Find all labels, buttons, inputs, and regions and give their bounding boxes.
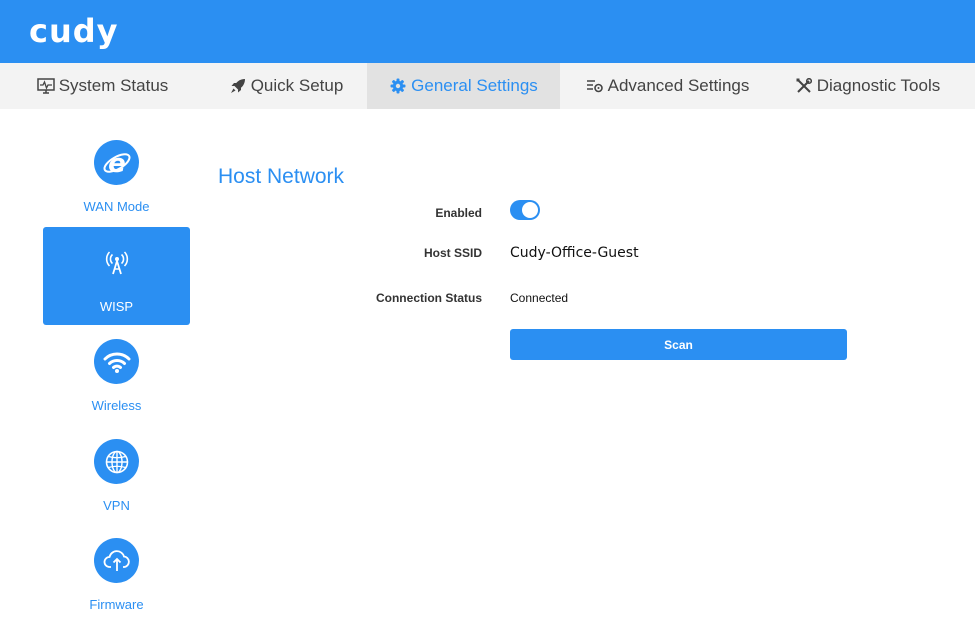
toggle-knob — [522, 202, 538, 218]
sidebar-item-label: Firmware — [89, 597, 144, 612]
connection-status-value: Connected — [510, 291, 569, 305]
tools-icon — [795, 77, 813, 95]
tab-label: System Status — [58, 76, 169, 95]
host-ssid-label: Host SSID — [423, 246, 482, 260]
globe-icon — [94, 439, 139, 484]
sidebar-item-wisp[interactable]: WISP — [43, 227, 190, 325]
tab-system-status[interactable]: System Status — [0, 63, 205, 109]
tab-diagnostic-tools[interactable]: Diagnostic Tools — [775, 63, 960, 109]
enabled-toggle[interactable] — [510, 200, 540, 220]
internet-explorer-icon: e — [94, 140, 139, 185]
scan-button[interactable]: Scan — [510, 329, 847, 360]
monitor-pulse-icon — [36, 77, 55, 95]
cloud-upload-icon — [94, 538, 139, 583]
sidebar-item-wireless[interactable]: Wireless — [43, 326, 190, 424]
sidebar-item-firmware[interactable]: Firmware — [43, 525, 190, 623]
sidebar-item-label: WISP — [99, 299, 134, 314]
sidebar-item-vpn[interactable]: VPN — [43, 426, 190, 524]
gear-icon — [389, 77, 407, 95]
tab-label: General Settings — [411, 76, 538, 95]
header-bar: cudy — [0, 0, 975, 63]
section-title: Host Network — [218, 165, 345, 188]
antenna-icon — [94, 240, 139, 285]
tab-label: Quick Setup — [250, 76, 344, 95]
list-gear-icon — [586, 77, 604, 95]
cudy-logo[interactable]: cudy — [29, 12, 119, 50]
main-nav: System Status Quick Setup General Settin… — [0, 63, 975, 109]
sidebar-item-label: VPN — [103, 498, 130, 513]
wifi-icon — [94, 339, 139, 384]
sidebar-item-label: WAN Mode — [83, 199, 150, 214]
host-ssid-value: Cudy-Office-Guest — [510, 245, 639, 261]
svg-text:e: e — [108, 149, 126, 178]
tab-quick-setup[interactable]: Quick Setup — [205, 63, 367, 109]
tab-general-settings[interactable]: General Settings — [367, 63, 560, 109]
sidebar-item-label: Wireless — [91, 398, 142, 413]
tab-advanced-settings[interactable]: Advanced Settings — [560, 63, 775, 109]
enabled-label: Enabled — [435, 206, 482, 220]
rocket-icon — [229, 77, 247, 95]
tab-label: Diagnostic Tools — [816, 76, 941, 95]
connection-status-label: Connection Status — [375, 291, 482, 305]
sidebar-item-wan-mode[interactable]: e WAN Mode — [43, 127, 190, 225]
tab-label: Advanced Settings — [607, 76, 750, 95]
